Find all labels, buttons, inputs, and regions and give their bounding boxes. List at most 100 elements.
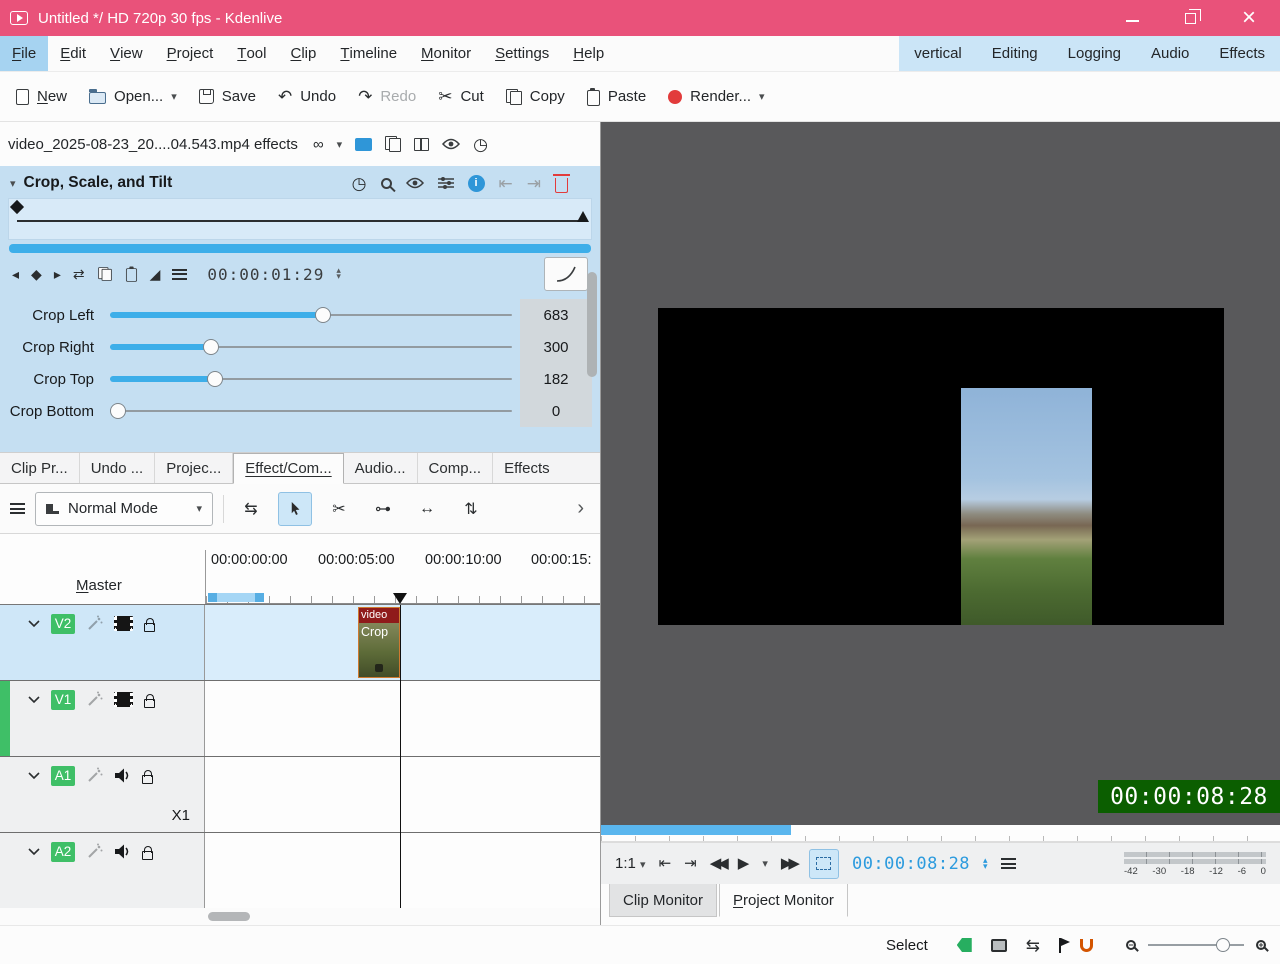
delete-effect-icon[interactable]	[555, 178, 568, 193]
menu-timeline[interactable]: Timeline	[328, 36, 409, 71]
chevron-down-icon[interactable]	[28, 848, 40, 856]
audio-track-icon[interactable]	[114, 768, 131, 783]
flag-icon[interactable]	[1059, 938, 1061, 953]
expand-arrows-icon[interactable]: ⇆	[1026, 937, 1040, 954]
workspace-editing[interactable]: Editing	[977, 36, 1053, 71]
chevron-down-icon[interactable]	[28, 620, 40, 628]
playhead-marker[interactable]	[393, 593, 407, 604]
audio-track-icon[interactable]	[114, 844, 131, 859]
add-keyframe-icon[interactable]: ◆	[31, 267, 42, 281]
tab-project-bin[interactable]: Projec...	[155, 453, 233, 483]
workspace-logging[interactable]: Logging	[1053, 36, 1136, 71]
video-track-icon[interactable]	[114, 692, 133, 707]
timeline-menu-icon[interactable]	[10, 503, 25, 514]
keyframe-timecode[interactable]: 00:00:01:29	[207, 265, 324, 284]
undo-button[interactable]: ↶ Undo	[278, 88, 336, 105]
menu-edit[interactable]: Edit	[48, 36, 98, 71]
menu-view[interactable]: View	[98, 36, 155, 71]
zone-mode-button[interactable]	[809, 849, 839, 879]
timeline-scrollbar[interactable]	[0, 908, 600, 925]
tab-clip-properties[interactable]: Clip Pr...	[0, 453, 80, 483]
monitor-zone-bar[interactable]	[601, 825, 1280, 842]
track-header-a2[interactable]: A2	[0, 833, 205, 908]
video-track-icon[interactable]	[114, 616, 133, 631]
move-effect-down-icon[interactable]: ⇥	[527, 175, 541, 192]
monitor-zone-fill[interactable]	[601, 825, 791, 835]
tab-project-monitor[interactable]: Project Monitor	[719, 884, 848, 917]
zoom-slider[interactable]	[1148, 937, 1244, 953]
track-badge[interactable]: A2	[51, 842, 75, 862]
slider-knob[interactable]	[315, 307, 331, 323]
keyframe-ruler[interactable]	[8, 198, 592, 240]
zoom-effect-icon[interactable]	[381, 178, 392, 189]
render-button[interactable]: Render... ▾	[668, 88, 764, 105]
keyframe-diamond-icon[interactable]	[10, 200, 24, 214]
mixer-tool-button[interactable]: ⇅	[454, 492, 488, 526]
keyframes-stopwatch-icon[interactable]: ◷	[352, 175, 367, 192]
track-header-a1[interactable]: A1 X1	[0, 757, 205, 832]
workspace-effects[interactable]: Effects	[1204, 36, 1280, 71]
tab-undo-history[interactable]: Undo ...	[80, 453, 156, 483]
slider-knob[interactable]	[203, 339, 219, 355]
track-badge[interactable]: V2	[51, 614, 75, 634]
menu-settings[interactable]: Settings	[483, 36, 561, 71]
tab-audio-mixer[interactable]: Audio...	[344, 453, 418, 483]
crop-top-value[interactable]: 182	[520, 363, 592, 395]
zoom-slider-knob[interactable]	[1216, 938, 1230, 952]
collapse-effect-icon[interactable]: ▾	[10, 177, 16, 190]
crop-left-value[interactable]: 683	[520, 299, 592, 331]
paste-button[interactable]: Paste	[587, 88, 646, 106]
keyframe-curve-button[interactable]	[544, 257, 588, 291]
track-badge[interactable]: A1	[51, 766, 75, 786]
close-icon[interactable]: ×	[1242, 6, 1256, 30]
effects-wand-icon[interactable]	[86, 843, 103, 860]
forward-icon[interactable]: ▶▶	[781, 856, 796, 871]
timeline-clip[interactable]: video Crop	[358, 607, 400, 678]
lock-icon[interactable]	[142, 851, 153, 860]
copy-button[interactable]: Copy	[506, 88, 565, 105]
menu-clip[interactable]: Clip	[278, 36, 328, 71]
crop-right-slider[interactable]	[110, 337, 512, 357]
track-lane-v2[interactable]	[205, 605, 600, 680]
timeline-zone[interactable]	[208, 593, 264, 602]
eye-icon[interactable]	[406, 177, 424, 189]
monitor-timecode[interactable]: 00:00:08:28	[852, 854, 970, 874]
play-icon[interactable]: ▶	[738, 856, 750, 871]
tab-effects[interactable]: Effects	[493, 453, 561, 483]
tab-clip-monitor[interactable]: Clip Monitor	[609, 884, 717, 917]
thumbnails-toggle-icon[interactable]	[991, 939, 1007, 952]
select-tool-button[interactable]	[278, 492, 312, 526]
chevron-down-icon[interactable]	[28, 696, 40, 704]
crop-bottom-slider[interactable]	[110, 401, 512, 421]
workspace-vertical[interactable]: vertical	[899, 36, 977, 71]
toolbar-overflow-icon[interactable]: ›	[577, 497, 590, 520]
scrollbar-thumb[interactable]	[208, 912, 250, 921]
rewind-icon[interactable]: ◀◀	[710, 856, 725, 871]
split-compare-icon[interactable]	[414, 138, 429, 151]
lock-icon[interactable]	[144, 623, 155, 632]
menu-tool[interactable]: Tool	[225, 36, 278, 71]
zone-out-icon[interactable]: ⇥	[684, 856, 697, 871]
keyframe-end-marker[interactable]	[577, 211, 589, 222]
effect-panel-scrollbar[interactable]	[587, 272, 597, 377]
effects-wand-icon[interactable]	[86, 767, 103, 784]
track-header-v2[interactable]: V2	[0, 605, 205, 680]
stopwatch-icon[interactable]: ◷	[473, 136, 488, 153]
workspace-audio[interactable]: Audio	[1136, 36, 1204, 71]
paste-keyframes-icon[interactable]	[126, 268, 137, 282]
presets-sliders-icon[interactable]	[438, 176, 454, 190]
link-icon[interactable]: ∞	[313, 137, 324, 152]
menu-help[interactable]: Help	[561, 36, 616, 71]
next-keyframe-icon[interactable]: ▸	[54, 267, 61, 281]
lock-icon[interactable]	[144, 699, 155, 708]
track-badge[interactable]: V1	[51, 690, 75, 710]
keyframe-ramp-icon[interactable]: ◢	[150, 267, 161, 281]
move-effect-up-icon[interactable]: ⇤	[499, 175, 513, 192]
menu-file[interactable]: File	[0, 36, 48, 71]
chevron-down-icon[interactable]: ▾	[337, 138, 343, 151]
zoom-in-icon[interactable]: +	[1256, 940, 1266, 950]
zoom-out-icon[interactable]: −	[1126, 940, 1136, 950]
monitor-effects-icon[interactable]	[355, 138, 372, 151]
crop-top-slider[interactable]	[110, 369, 512, 389]
effects-wand-icon[interactable]	[86, 615, 103, 632]
